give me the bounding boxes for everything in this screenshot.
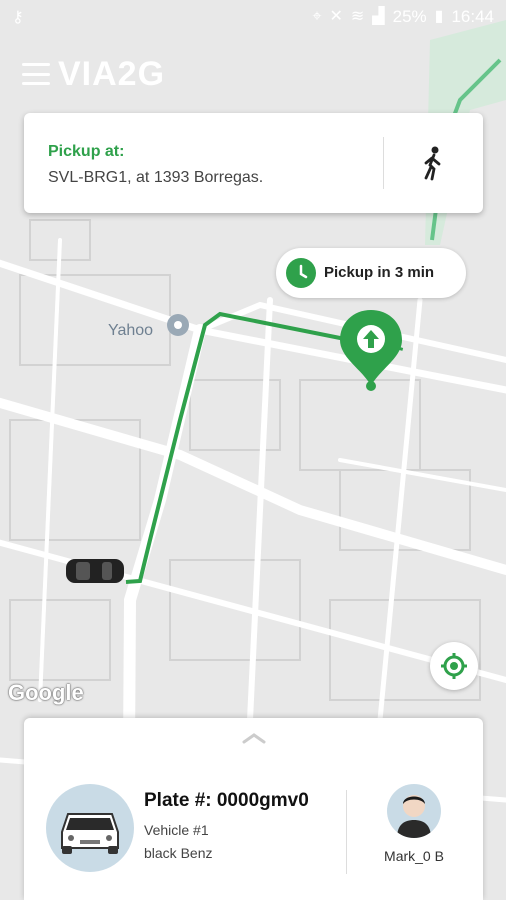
ride-details-sheet[interactable]: Plate #: 0000gmv0 Vehicle #1 black Benz … (24, 718, 483, 900)
battery-icon: ▮ (434, 8, 444, 25)
pickup-eta-pill: Pickup in 3 min (276, 248, 466, 298)
vehicle-avatar (46, 784, 134, 872)
pickup-pin-icon (340, 310, 402, 391)
app-logo: VIA2G (58, 55, 166, 93)
signal-icon: ▟ (372, 8, 385, 25)
app-bar: VIA2G (22, 54, 165, 94)
mute-icon: ✕ (329, 8, 343, 25)
plate-number: Plate #: 0000gmv0 (144, 790, 309, 811)
crosshair-icon (441, 653, 467, 679)
divider (346, 790, 347, 874)
pickup-eta-text: Pickup in 3 min (324, 264, 435, 281)
menu-icon[interactable] (22, 63, 50, 85)
divider (383, 137, 384, 189)
person-icon (397, 795, 431, 838)
pickup-card[interactable]: Pickup at: SVL-BRG1, at 1393 Borregas. (24, 113, 483, 213)
my-location-button[interactable] (430, 642, 478, 690)
battery-level: 25% (392, 7, 427, 26)
chevron-up-icon[interactable] (242, 732, 266, 744)
pickup-label: Pickup at: (48, 143, 125, 160)
location-icon: ⌖ (312, 8, 322, 25)
pickup-address: SVL-BRG1, at 1393 Borregas. (48, 169, 264, 186)
vehicle-number: Vehicle #1 (144, 822, 209, 838)
clock: 16:44 (451, 7, 494, 26)
car-icon (66, 559, 124, 583)
driver-name: Mark_0 B (384, 848, 444, 864)
wifi-icon: ≋ (350, 8, 365, 25)
status-bar: ⚷ ⌖ ✕ ≋ ▟ 25% ▮ 16:44 (0, 0, 506, 34)
vehicle-description: black Benz (144, 845, 213, 861)
google-attribution: Google (8, 680, 84, 705)
poi-label: Yahoo (108, 322, 154, 339)
walk-icon[interactable] (417, 145, 451, 181)
key-icon: ⚷ (12, 9, 24, 26)
clock-icon (286, 258, 316, 288)
car-front-icon (61, 813, 119, 854)
driver-avatar[interactable] (387, 784, 441, 838)
